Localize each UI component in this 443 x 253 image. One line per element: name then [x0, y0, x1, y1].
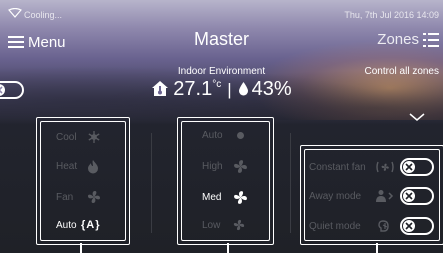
option-constant-fan: Constant fan — [309, 158, 434, 176]
options-panel-leader-line — [376, 243, 378, 253]
toggle-off-icon — [403, 161, 415, 173]
indoor-readings: 27.1 °c | 43% — [0, 78, 443, 101]
quiet-mode-toggle[interactable] — [400, 217, 434, 235]
control-all-zones-toggle[interactable] — [0, 81, 24, 99]
control-all-zones-label: Control all zones — [364, 66, 439, 77]
option-quiet-mode: Quiet mode — [309, 217, 434, 235]
zones-list-icon — [423, 32, 439, 47]
auto-mode-icon: {A} — [81, 219, 101, 231]
fan-icon — [88, 191, 100, 203]
away-mode-toggle[interactable] — [400, 187, 434, 205]
snowflake-icon — [88, 131, 100, 143]
wifi-icon — [8, 8, 22, 18]
quiet-icon — [378, 220, 389, 232]
toggle-off-icon — [0, 84, 5, 96]
fan-speed-auto-label: Auto — [202, 130, 223, 141]
fan-speed-med[interactable]: Med — [202, 190, 248, 205]
divider — [151, 133, 152, 233]
fan-panel-leader-line — [227, 243, 229, 253]
option-away-mode: Away mode — [309, 187, 434, 205]
zones-button[interactable]: Zones — [377, 31, 439, 48]
mode-heat-label: Heat — [56, 161, 78, 172]
option-constant-fan-label: Constant fan — [309, 161, 366, 173]
option-quiet-mode-label: Quiet mode — [309, 220, 361, 232]
readings-separator: | — [227, 80, 232, 99]
temperature-unit: °c — [212, 79, 222, 90]
dot-icon — [237, 132, 244, 139]
status-mode: Cooling... — [24, 10, 63, 20]
fan-icon — [234, 160, 247, 173]
fan-icon — [234, 191, 247, 204]
option-away-mode-label: Away mode — [309, 190, 362, 202]
status-datetime: Thu, 7th Jul 2016 14:09 — [344, 10, 439, 20]
mode-auto-label: Auto — [56, 219, 77, 231]
mode-cool[interactable]: Cool — [56, 130, 101, 144]
toggle-off-icon — [403, 190, 415, 202]
flame-icon — [88, 160, 98, 174]
indoor-humidity: 43% — [251, 78, 292, 100]
mode-fan-label: Fan — [56, 191, 74, 203]
toggle-off-icon — [403, 220, 415, 232]
divider — [290, 133, 291, 233]
mode-cool-label: Cool — [56, 131, 77, 143]
fan-speed-low[interactable]: Low — [202, 219, 245, 231]
fan-speed-auto[interactable]: Auto — [202, 130, 244, 141]
constant-fan-toggle[interactable] — [400, 158, 434, 176]
home-thermometer-icon — [152, 81, 169, 96]
indoor-temperature: 27.1 — [173, 78, 213, 100]
mode-fan[interactable]: Fan — [56, 190, 101, 204]
away-person-icon — [376, 190, 394, 202]
mode-panel-leader-line — [80, 243, 82, 253]
humidity-drop-icon — [238, 82, 248, 96]
fan-speed-low-label: Low — [202, 219, 221, 231]
thermostat-screen: Cooling... Thu, 7th Jul 2016 14:09 Menu … — [0, 0, 443, 253]
chevron-down-icon[interactable] — [409, 112, 425, 122]
zones-label: Zones — [377, 31, 419, 48]
fan-speed-high-label: High — [202, 161, 223, 172]
mode-heat[interactable]: Heat — [56, 159, 99, 174]
constant-fan-icon — [376, 161, 394, 173]
fan-speed-med-label: Med — [202, 192, 222, 203]
mode-auto[interactable]: Auto {A} — [56, 219, 101, 231]
fan-icon — [233, 219, 245, 231]
fan-speed-high[interactable]: High — [202, 159, 248, 174]
